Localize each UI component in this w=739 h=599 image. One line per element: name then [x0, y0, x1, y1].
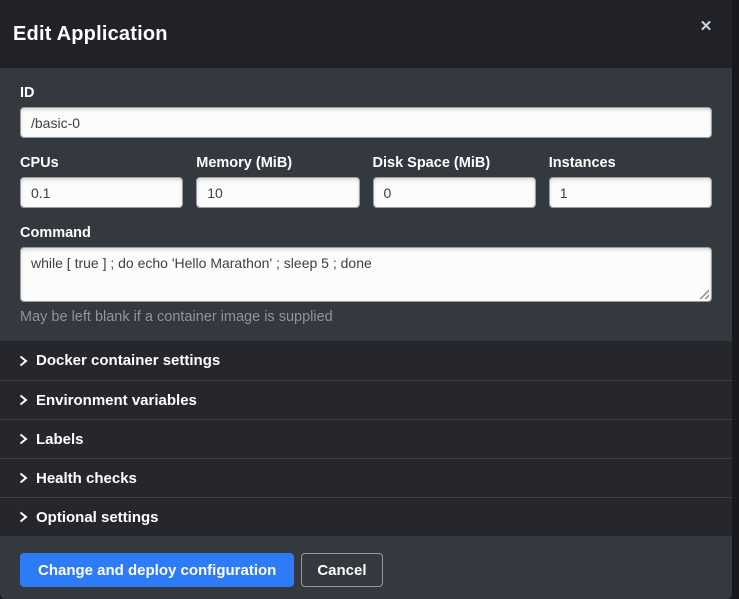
section-label: Labels — [36, 431, 84, 448]
section-label: Docker container settings — [36, 352, 220, 369]
accordion-sections: Docker container settings Environment va… — [0, 341, 732, 536]
id-field-label: ID — [20, 85, 712, 101]
section-label: Health checks — [36, 470, 137, 487]
chevron-right-icon — [18, 511, 28, 523]
section-environment-variables[interactable]: Environment variables — [0, 380, 732, 419]
edit-application-modal: Edit Application ✕ ID CPUs Memory (MiB) … — [0, 0, 732, 599]
disk-space-label: Disk Space (MiB) — [373, 155, 536, 171]
memory-label: Memory (MiB) — [196, 155, 359, 171]
command-label: Command — [20, 225, 712, 241]
id-input[interactable] — [20, 107, 712, 138]
cpus-label: CPUs — [20, 155, 183, 171]
application-form: ID CPUs Memory (MiB) Disk Space (MiB) In… — [0, 68, 732, 341]
disk-space-field: Disk Space (MiB) — [373, 138, 536, 208]
section-docker-container-settings[interactable]: Docker container settings — [0, 341, 732, 380]
chevron-right-icon — [18, 394, 28, 406]
command-field: while [ true ] ; do echo 'Hello Marathon… — [20, 247, 712, 302]
modal-title: Edit Application — [13, 23, 168, 46]
resource-fields-row: CPUs Memory (MiB) Disk Space (MiB) Insta… — [20, 138, 712, 208]
modal-footer: Change and deploy configuration Cancel — [0, 536, 732, 599]
chevron-right-icon — [18, 355, 28, 367]
close-icon[interactable]: ✕ — [696, 17, 716, 37]
chevron-right-icon — [18, 472, 28, 484]
cancel-button[interactable]: Cancel — [301, 553, 382, 587]
instances-field: Instances — [549, 138, 712, 208]
memory-field: Memory (MiB) — [196, 138, 359, 208]
command-input[interactable]: while [ true ] ; do echo 'Hello Marathon… — [20, 247, 712, 302]
section-label: Optional settings — [36, 509, 159, 526]
change-and-deploy-button[interactable]: Change and deploy configuration — [20, 553, 294, 587]
memory-input[interactable] — [196, 177, 359, 208]
instances-label: Instances — [549, 155, 712, 171]
cpus-input[interactable] — [20, 177, 183, 208]
section-health-checks[interactable]: Health checks — [0, 458, 732, 497]
chevron-right-icon — [18, 433, 28, 445]
section-label: Environment variables — [36, 392, 197, 409]
command-help-text: May be left blank if a container image i… — [20, 309, 712, 325]
disk-space-input[interactable] — [373, 177, 536, 208]
cpus-field: CPUs — [20, 138, 183, 208]
instances-input[interactable] — [549, 177, 712, 208]
section-optional-settings[interactable]: Optional settings — [0, 497, 732, 536]
modal-header: Edit Application ✕ — [0, 0, 732, 68]
section-labels[interactable]: Labels — [0, 419, 732, 458]
